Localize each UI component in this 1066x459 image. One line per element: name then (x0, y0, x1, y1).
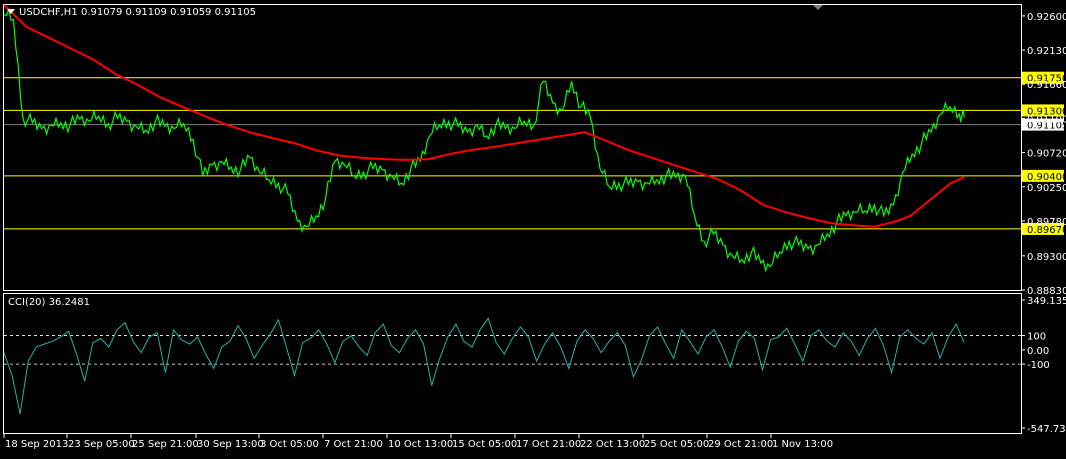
price-tick-label: 0.90250 (1027, 183, 1066, 194)
price-panel-frame (3, 4, 1022, 291)
time-axis: 18 Sep 2013 23 Sep 05:0025 Sep 21:0030 Se… (3, 434, 833, 450)
time-tick-label: 7 Oct 21:00 (324, 439, 383, 450)
price-tick-label: 0.89300 (1027, 252, 1066, 263)
cci-tick-label: 100 (1027, 332, 1046, 343)
time-tick-label: 3 Oct 05:00 (260, 439, 319, 450)
cci-axis: 349.1358 100 0.00 -100 -547.7342 (1021, 296, 1066, 435)
time-tick-label: 22 Oct 13:00 (580, 439, 645, 450)
cci-tick-label: 0.00 (1027, 346, 1049, 357)
chart-window: 0.91750 0.91300 0.90400 0.89670 0.91105 0.92… (0, 0, 1066, 455)
time-tick-label: 23 Sep 05:00 (68, 439, 135, 450)
price-tick-label: 0.92600 (1027, 12, 1066, 23)
time-tick-label: 18 Sep 2013 (5, 439, 68, 450)
time-tick-label: 25 Sep 21:00 (132, 439, 199, 450)
chart-svg: 0.917500.913000.904000.896700.91105 0.92… (3, 4, 1066, 450)
price-tick-label: 0.92130 (1027, 46, 1066, 57)
cci-tick-label: -547.7342 (1027, 424, 1066, 435)
time-tick-label: 25 Oct 05:00 (644, 439, 709, 450)
time-tick-label: 29 Oct 21:00 (708, 439, 773, 450)
symbol-label: USDCHF,H1 (19, 7, 78, 18)
cci-title: CCI(20) 36.2481 (8, 297, 90, 308)
time-tick-label: 10 Oct 13:00 (388, 439, 453, 450)
time-tick-label: 1 Nov 13:00 (772, 439, 833, 450)
price-tick-label: 0.91660 (1027, 80, 1066, 91)
price-tick-label: 0.90720 (1027, 149, 1066, 160)
time-tick-label: 30 Sep 13:00 (197, 439, 264, 450)
price-tick-label: 0.89780 (1027, 217, 1066, 228)
time-tick-label: 17 Oct 21:00 (516, 439, 581, 450)
price-tick-label: 0.91190 (1027, 114, 1066, 125)
time-tick-label: 15 Oct 05:00 (452, 439, 517, 450)
cci-panel-frame (3, 293, 1022, 434)
ohlc-readout: 0.91079 0.91109 0.91059 0.91105 (81, 7, 256, 18)
price-axis: 0.92600 0.92130 0.91660 0.91190 0.90720 0.902… (1021, 12, 1066, 297)
cci-tick-label: -100 (1027, 360, 1050, 371)
level-price-label: 0.90400 (1027, 172, 1066, 183)
cci-tick-label: 349.1358 (1027, 296, 1066, 307)
